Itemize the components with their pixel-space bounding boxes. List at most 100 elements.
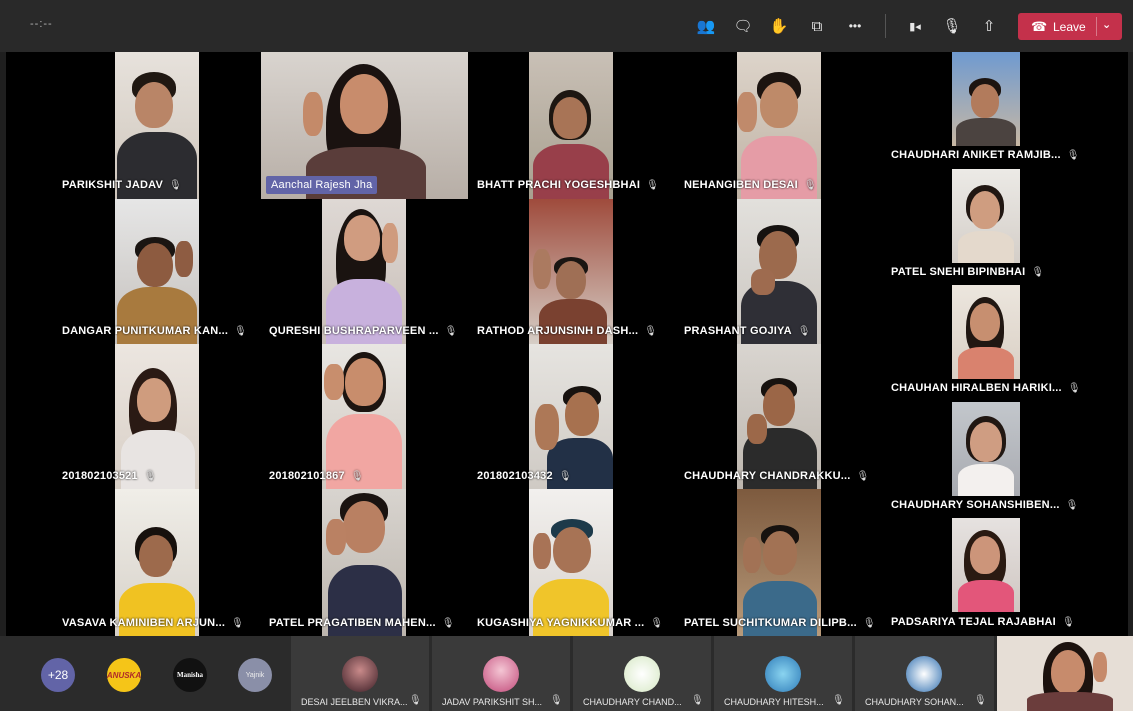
self-view-video[interactable] xyxy=(997,636,1133,711)
chat-icon[interactable]: 🗨 xyxy=(730,12,756,40)
participant-video[interactable] xyxy=(322,344,406,489)
participant-tile[interactable]: CHAUDHARY SOHAN... 🎙 xyxy=(855,636,994,711)
mic-muted-icon: 🎙 xyxy=(409,695,422,706)
participant-name: JADAV PARIKSHIT SH... xyxy=(442,697,543,707)
avatar[interactable]: ANUSKA xyxy=(107,658,141,692)
mic-muted-icon: 🎙 xyxy=(646,179,659,191)
participant-name-active-speaker: Aanchal Rajesh Jha xyxy=(266,176,378,194)
mic-muted-icon: 🎙 xyxy=(444,325,458,337)
mic-muted-icon: 🎙 xyxy=(862,617,876,629)
mic-muted-icon: 🎙 xyxy=(974,695,987,706)
participant-name: CHAUDHARY CHANDRAKKU... 🎙 xyxy=(684,470,870,482)
leave-split-divider xyxy=(1096,17,1097,36)
mic-muted-icon: 🎙 xyxy=(650,617,664,629)
participant-video[interactable] xyxy=(952,285,1020,379)
participant-name: PATEL SNEHI BIPINBHAI 🎙 xyxy=(891,266,1045,278)
leave-button[interactable]: ☎ Leave ⌄ xyxy=(1018,13,1122,40)
participant-video[interactable] xyxy=(737,52,821,199)
participant-video[interactable] xyxy=(529,52,613,199)
participant-name: 201802103521 🎙 xyxy=(62,470,157,482)
mic-muted-icon: 🎙 xyxy=(644,325,658,337)
hang-up-icon: ☎ xyxy=(1031,18,1048,34)
participant-video[interactable] xyxy=(952,169,1020,263)
leave-button-label: Leave xyxy=(1053,19,1086,34)
overflow-participant-strip: +28 ANUSKA Manisha Yajnik DESAI JEELBEN … xyxy=(0,636,1133,711)
participant-video[interactable] xyxy=(115,344,199,489)
participant-name: CHAUDHARY CHAND... xyxy=(583,697,682,707)
mic-muted-icon: 🎙 xyxy=(1066,149,1080,161)
participant-video[interactable] xyxy=(115,199,199,344)
mic-muted-icon: 🎙 xyxy=(169,179,182,191)
participant-video[interactable] xyxy=(952,402,1020,496)
participant-name: DANGAR PUNITKUMAR KAN... 🎙 xyxy=(62,325,248,337)
participant-tile[interactable]: CHAUDHARY CHAND... 🎙 xyxy=(573,636,711,711)
avatar xyxy=(906,656,942,692)
participant-video[interactable] xyxy=(737,489,821,636)
participant-tile[interactable]: JADAV PARIKSHIT SH... 🎙 xyxy=(432,636,570,711)
mic-muted-icon: 🎙 xyxy=(1031,266,1045,278)
participant-name: VASAVA KAMINIBEN ARJUN... 🎙 xyxy=(62,617,244,629)
avatar xyxy=(624,656,660,692)
avatar xyxy=(483,656,519,692)
participant-video[interactable] xyxy=(322,489,406,636)
participant-video[interactable] xyxy=(737,199,821,344)
overflow-count-button[interactable]: +28 xyxy=(41,658,75,692)
chevron-down-icon[interactable]: ⌄ xyxy=(1102,18,1111,31)
participant-name: PARIKSHIT JADAV 🎙 xyxy=(62,179,182,191)
participant-name: DESAI JEELBEN VIKRA... xyxy=(301,697,408,707)
meeting-timer: --:-- xyxy=(30,18,53,30)
mic-muted-icon: 🎙 xyxy=(832,695,845,706)
participant-name: CHAUDHARY SOHAN... xyxy=(865,697,964,707)
participant-name: KUGASHIYA YAGNIKKUMAR ... 🎙 xyxy=(477,617,664,629)
mic-muted-icon: 🎙 xyxy=(441,617,455,629)
participant-video[interactable] xyxy=(952,52,1020,146)
toolbar-divider xyxy=(885,14,886,38)
mic-muted-icon: 🎙 xyxy=(1065,499,1079,511)
mic-muted-icon: 🎙 xyxy=(691,695,704,706)
participant-video[interactable] xyxy=(952,518,1020,612)
participant-tile[interactable]: CHAUDHARY HITESH... 🎙 xyxy=(714,636,852,711)
mic-muted-icon: 🎙 xyxy=(143,470,157,482)
participant-video[interactable] xyxy=(529,344,613,489)
participant-name: NEHANGIBEN DESAI 🎙 xyxy=(684,179,817,191)
meeting-toolbar: --:-- 👥 🗨 ✋ ⧉ ••• ▮◂ 🎙 ⇧ ☎ Leave ⌄ xyxy=(0,0,1133,52)
avatar[interactable]: Yajnik xyxy=(238,658,272,692)
mic-icon[interactable]: 🎙 xyxy=(939,12,965,40)
mic-muted-icon: 🎙 xyxy=(558,470,572,482)
participant-name: CHAUDHARY SOHANSHIBEN... 🎙 xyxy=(891,499,1079,511)
participants-icon[interactable]: 👥 xyxy=(693,12,719,40)
participant-name: PADSARIYA TEJAL RAJABHAI 🎙 xyxy=(891,616,1075,628)
participant-video[interactable] xyxy=(115,489,199,636)
mic-muted-icon: 🎙 xyxy=(856,470,870,482)
participant-video[interactable] xyxy=(115,52,199,199)
participant-name: CHAUHAN HIRALBEN HARIKI... 🎙 xyxy=(891,382,1081,394)
avatar[interactable]: Manisha xyxy=(173,658,207,692)
participant-name: PATEL SUCHITKUMAR DILIPB... 🎙 xyxy=(684,617,876,629)
participant-name: PATEL PRAGATIBEN MAHEN... 🎙 xyxy=(269,617,455,629)
raise-hand-icon[interactable]: ✋ xyxy=(766,12,792,40)
more-icon[interactable]: ••• xyxy=(842,12,868,40)
participant-name: CHAUDHARI ANIKET RAMJIB... 🎙 xyxy=(891,149,1080,161)
avatar xyxy=(342,656,378,692)
mic-muted-icon: 🎙 xyxy=(1061,616,1075,628)
video-gallery: PARIKSHIT JADAV 🎙 Aanchal Rajesh Jha BHAT… xyxy=(6,52,1128,636)
participant-video[interactable] xyxy=(322,199,406,344)
participant-video[interactable] xyxy=(529,199,613,344)
mic-muted-icon: 🎙 xyxy=(1067,382,1081,394)
rooms-icon[interactable]: ⧉ xyxy=(804,12,830,40)
share-icon[interactable]: ⇧ xyxy=(976,12,1002,40)
mic-muted-icon: 🎙 xyxy=(797,325,811,337)
participant-name: BHATT PRACHI YOGESHBHAI 🎙 xyxy=(477,179,659,191)
participant-name: PRASHANT GOJIYA 🎙 xyxy=(684,325,811,337)
camera-icon[interactable]: ▮◂ xyxy=(902,12,928,40)
participant-name: RATHOD ARJUNSINH DASH... 🎙 xyxy=(477,325,658,337)
mic-muted-icon: 🎙 xyxy=(234,325,248,337)
participant-video[interactable] xyxy=(737,344,821,489)
participant-video[interactable] xyxy=(529,489,613,636)
avatar xyxy=(765,656,801,692)
participant-name: QURESHI BUSHRAPARVEEN ... 🎙 xyxy=(269,325,458,337)
mic-muted-icon: 🎙 xyxy=(803,179,817,191)
participant-tile[interactable]: DESAI JEELBEN VIKRA... 🎙 xyxy=(291,636,429,711)
participant-name: CHAUDHARY HITESH... xyxy=(724,697,824,707)
mic-muted-icon: 🎙 xyxy=(550,695,563,706)
